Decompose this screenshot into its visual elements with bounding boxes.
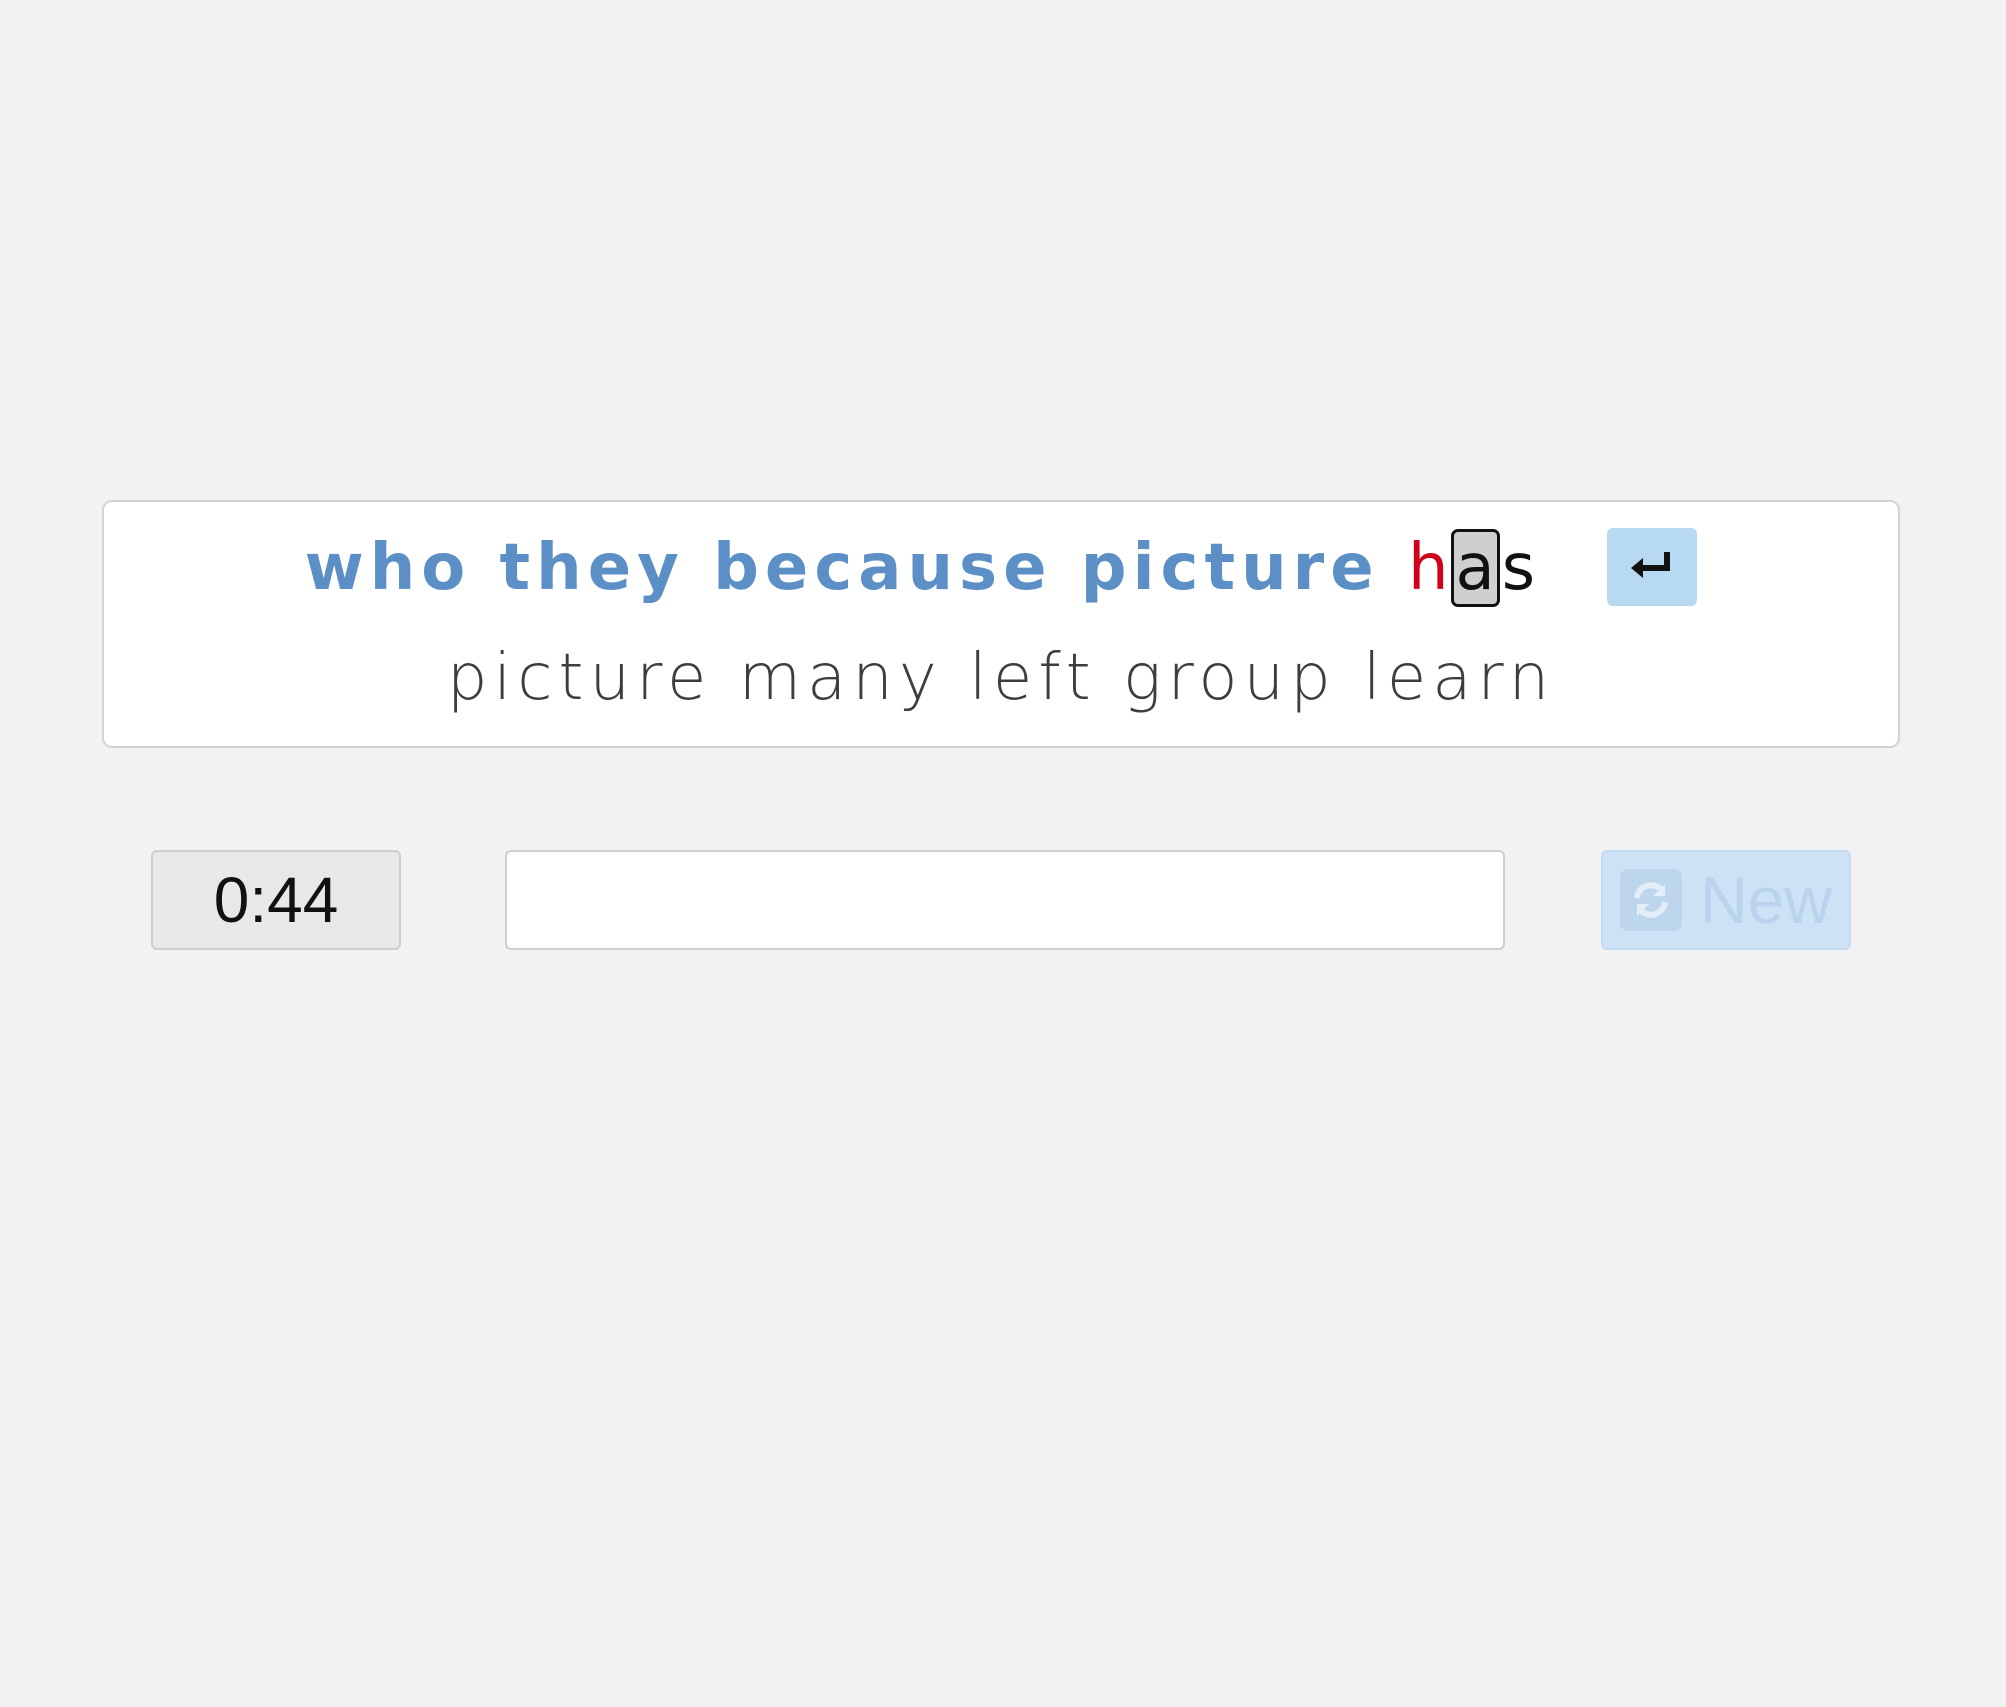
current-word: has — [1406, 528, 1537, 608]
enter-icon — [1631, 552, 1671, 579]
enter-key-hint — [1607, 528, 1698, 607]
current-word-char-error: h — [1407, 531, 1449, 605]
text-display-panel: who they because picture has picture man… — [102, 500, 1900, 748]
refresh-icon — [1619, 869, 1682, 931]
new-button-label: New — [1699, 863, 1833, 937]
typed-words: who they because picture — [304, 531, 1380, 605]
current-word-char-pending: s — [1501, 531, 1536, 605]
current-line: who they because picture has — [104, 528, 1898, 610]
new-button[interactable]: New — [1601, 850, 1851, 950]
typing-input[interactable] — [505, 850, 1505, 950]
timer-display: 0:44 — [151, 850, 401, 950]
current-char-cursor: a — [1450, 529, 1500, 607]
next-line: picture many left group learn — [446, 641, 1556, 715]
